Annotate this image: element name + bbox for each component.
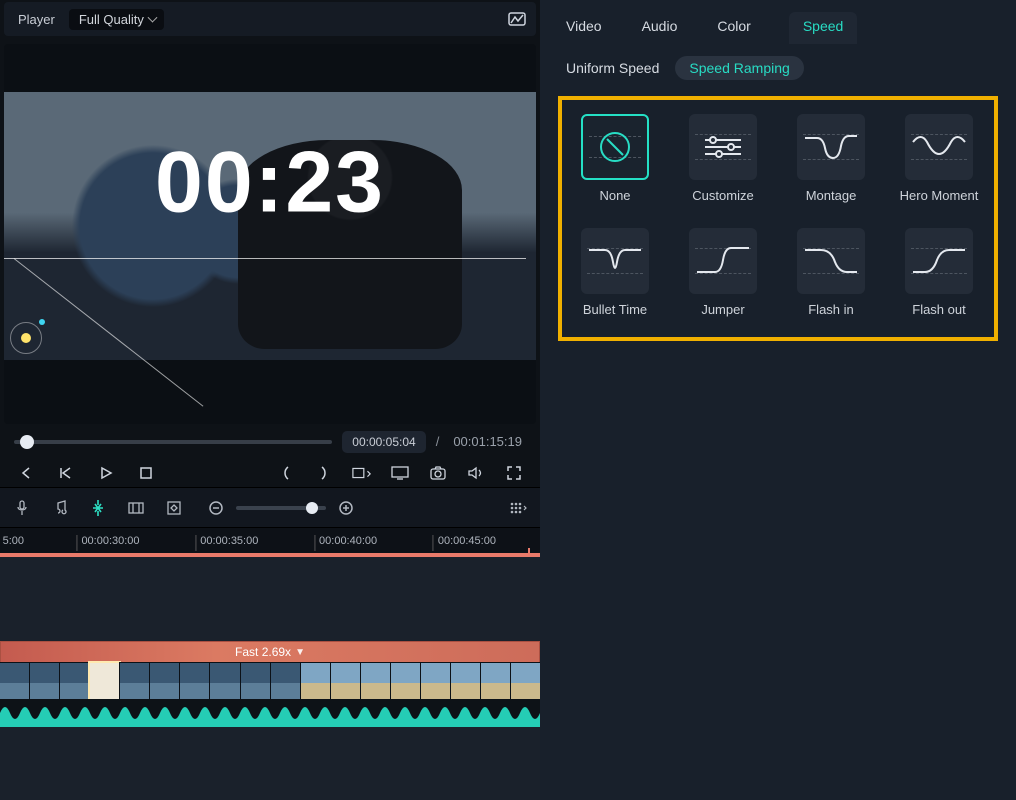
preview-scrubber: 00:00:05:04 / 00:01:15:19 xyxy=(0,430,540,453)
ruler-tick: 00:00:35:00 xyxy=(195,535,258,551)
video-clip[interactable] xyxy=(0,663,540,699)
inspector-panel: Video Audio Color Speed Uniform Speed Sp… xyxy=(540,0,1016,800)
ruler-tick: 5:00 xyxy=(0,535,24,551)
play-icon[interactable] xyxy=(96,463,116,483)
volume-icon[interactable] xyxy=(466,463,486,483)
zoom-slider[interactable] xyxy=(236,506,326,510)
preset-customize[interactable]: Customize xyxy=(682,114,764,204)
timeline-toolbar xyxy=(0,487,540,527)
preview-video[interactable]: 00:23 xyxy=(4,92,536,360)
preset-hero-moment[interactable]: Hero Moment xyxy=(898,114,980,204)
keyframe-icon[interactable] xyxy=(164,498,184,518)
monitor-icon[interactable] xyxy=(390,463,410,483)
crop-icon[interactable] xyxy=(126,498,146,518)
speed-subtabs: Uniform Speed Speed Ramping xyxy=(540,44,1016,96)
timeline-tracks[interactable]: Fast 2.69x▼ xyxy=(0,557,540,800)
fullscreen-icon[interactable] xyxy=(504,463,524,483)
inspector-tabs: Video Audio Color Speed xyxy=(540,0,1016,44)
stop-icon[interactable] xyxy=(136,463,156,483)
overlay-timer: 00:23 xyxy=(155,134,385,233)
tab-audio[interactable]: Audio xyxy=(640,14,680,44)
preset-montage[interactable]: Montage xyxy=(790,114,872,204)
subtab-uniform-speed[interactable]: Uniform Speed xyxy=(564,56,661,80)
total-timecode: 00:01:15:19 xyxy=(449,430,526,453)
current-timecode[interactable]: 00:00:05:04 xyxy=(342,431,425,453)
preset-none[interactable]: None xyxy=(574,114,656,204)
mark-in-icon[interactable] xyxy=(276,463,296,483)
subtab-speed-ramping[interactable]: Speed Ramping xyxy=(675,56,803,80)
timeline-ruler[interactable]: 5:00 00:00:30:00 00:00:35:00 00:00:40:00… xyxy=(0,527,540,553)
step-back-icon[interactable] xyxy=(56,463,76,483)
speed-ramping-presets: None Customize Montage Hero Moment xyxy=(558,96,998,341)
speed-envelope-clip[interactable]: Fast 2.69x▼ xyxy=(0,641,540,663)
preset-bullet-time[interactable]: Bullet Time xyxy=(574,228,656,318)
playback-bar xyxy=(0,453,540,487)
player-label: Player xyxy=(18,12,55,27)
zoom-in-icon[interactable] xyxy=(336,498,356,518)
track-options-icon[interactable] xyxy=(508,498,528,518)
mark-out-icon[interactable] xyxy=(314,463,334,483)
preset-flash-out[interactable]: Flash out xyxy=(898,228,980,318)
quality-dropdown[interactable]: Full Quality xyxy=(69,9,164,30)
preset-flash-in[interactable]: Flash in xyxy=(790,228,872,318)
aspect-menu-icon[interactable] xyxy=(352,463,372,483)
player-topbar: Player Full Quality xyxy=(4,2,536,36)
lensflare-icon xyxy=(10,322,42,354)
tab-color[interactable]: Color xyxy=(715,14,752,44)
scrubber-track[interactable] xyxy=(14,440,332,444)
split-icon[interactable] xyxy=(88,498,108,518)
tab-video[interactable]: Video xyxy=(564,14,604,44)
ruler-tick: 00:00:45:00 xyxy=(433,535,496,551)
audio-waveform-clip[interactable] xyxy=(0,699,540,727)
preview-panel: 00:23 xyxy=(4,44,536,424)
zoom-out-icon[interactable] xyxy=(206,498,226,518)
prev-frame-icon[interactable] xyxy=(16,463,36,483)
snapshot-icon[interactable] xyxy=(428,463,448,483)
tab-speed[interactable]: Speed xyxy=(789,12,857,44)
chevron-down-icon: ▼ xyxy=(295,647,305,658)
music-beat-icon[interactable] xyxy=(50,498,70,518)
ruler-tick: 00:00:40:00 xyxy=(314,535,377,551)
voiceover-icon[interactable] xyxy=(12,498,32,518)
slash: / xyxy=(436,434,440,449)
scopes-icon[interactable] xyxy=(508,12,526,26)
preset-jumper[interactable]: Jumper xyxy=(682,228,764,318)
ruler-tick: 00:00:30:00 xyxy=(76,535,139,551)
